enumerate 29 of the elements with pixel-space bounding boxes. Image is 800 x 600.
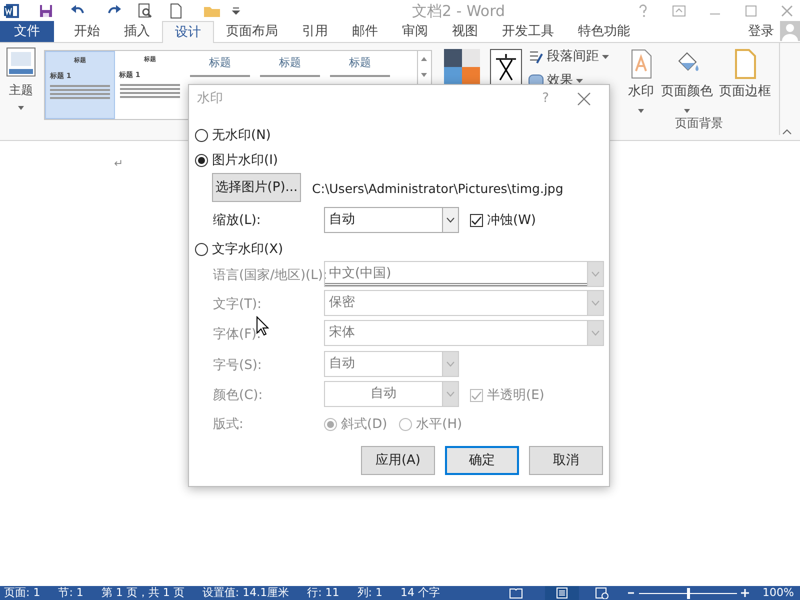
field-label: 文字(T):: [213, 296, 262, 314]
option-label: 无水印(N): [212, 127, 271, 145]
option-label: 水平(H): [416, 416, 462, 434]
status-item: 列: 1: [357, 586, 382, 600]
status-item: 行: 11: [307, 586, 340, 600]
field-label: 版式:: [213, 416, 244, 434]
status-item: 第 1 页，共 1 页: [101, 586, 184, 600]
paragraph-mark: ↵: [114, 156, 124, 172]
dialog-title: 水印: [197, 90, 224, 108]
field-label: 字体(F):: [213, 326, 262, 344]
status-item: 节: 1: [58, 586, 84, 600]
option-label: 斜式(D): [341, 416, 388, 434]
option-label: 文字水印(X): [212, 241, 284, 259]
thumbnail-title: 标题: [349, 55, 371, 71]
field-label: 缩放(L):: [213, 212, 261, 230]
zoom-level: 100%: [762, 586, 794, 600]
thumbnail-title: 标题: [279, 55, 301, 71]
file-path: C:\Users\Administrator\Pictures\timg.jpg: [312, 180, 564, 198]
checkbox-label: 冲蚀(W): [487, 212, 536, 230]
window-title: 文档2 - Word: [410, 0, 506, 22]
group-label: 页面背景: [675, 114, 723, 132]
field-label: 字号(S):: [213, 357, 262, 375]
status-item: 页面: 1: [4, 586, 40, 600]
option-label: 图片水印(I): [212, 152, 278, 170]
status-item: 14 个字: [400, 586, 440, 600]
status-item: 设置值: 14.1厘米: [202, 586, 290, 600]
field-label: 颜色(C):: [213, 387, 263, 405]
thumbnail-title: 标题: [209, 55, 231, 71]
checkbox-label: 半透明(E): [487, 387, 544, 405]
